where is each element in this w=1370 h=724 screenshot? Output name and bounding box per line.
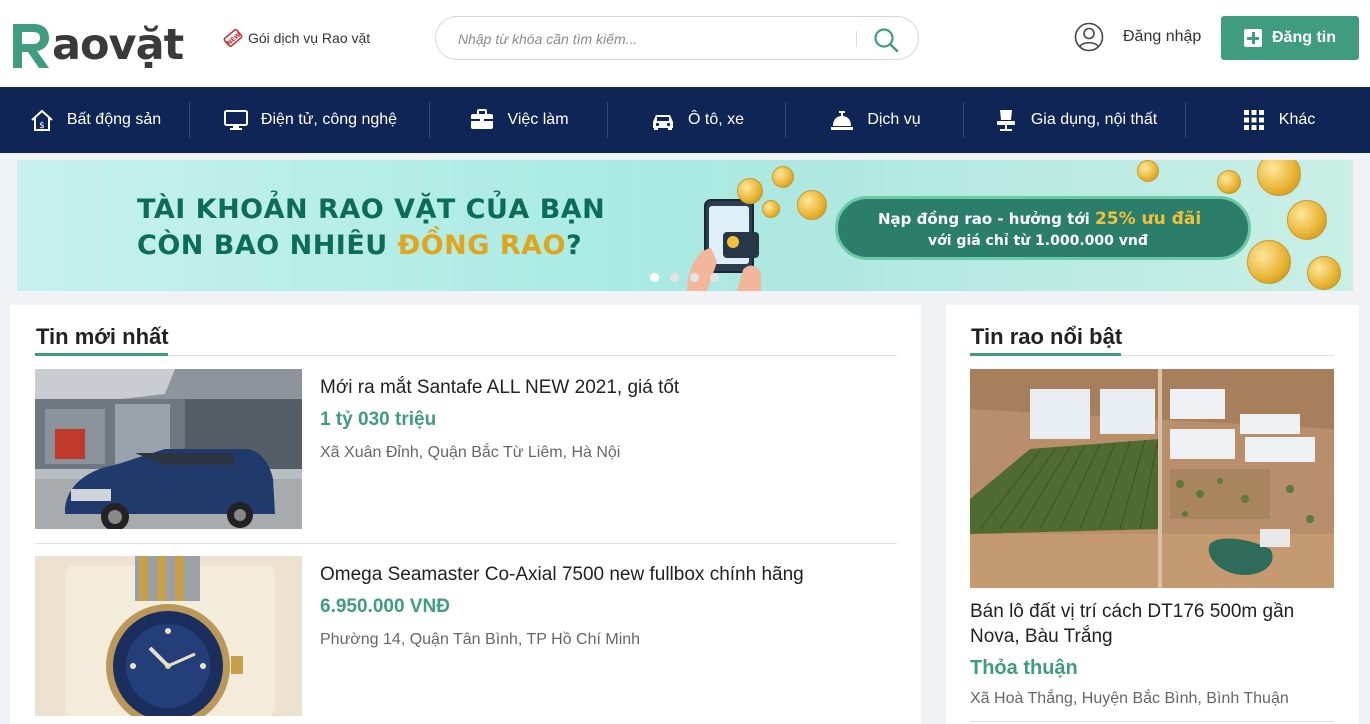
listing-price: 1 tỷ 030 triệu	[320, 409, 437, 430]
featured-listing-location: Xã Hoà Thắng, Huyện Bắc Bình, Bình Thuận	[970, 690, 1289, 707]
post-button-label: Đăng tin	[1272, 29, 1336, 46]
banner-offer-pill: Nạp đồng rao - hưởng tới 25% ưu đãi với …	[835, 196, 1251, 260]
listing-location: Xã Xuân Đỉnh, Quận Bắc Từ Liêm, Hà Nội	[320, 444, 621, 461]
site-logo[interactable]: aovặt	[10, 10, 184, 70]
house-icon: $	[31, 109, 53, 131]
new-tag-icon: NEW	[223, 28, 243, 48]
latest-listings-panel: Tin mới nhất Mới ra mắt Santafe ALL NEW …	[10, 305, 921, 724]
search-box	[435, 16, 919, 60]
category-nav: $ Bất động sản Điện tử, công nghệ Việc l…	[0, 87, 1370, 153]
coin-icon	[1257, 160, 1301, 196]
site-header: aovặt NEW Gói dịch vụ Rao vặt Đăng nhập …	[0, 0, 1370, 87]
search-divider	[856, 31, 857, 47]
service-link-label: Gói dịch vụ Rao vặt	[248, 30, 371, 46]
user-icon	[1074, 22, 1104, 52]
nav-item-jobs[interactable]: Việc làm	[430, 87, 608, 153]
nav-label: Việc làm	[507, 111, 569, 128]
coin-icon	[1137, 160, 1159, 182]
monitor-icon	[223, 110, 248, 130]
carousel-dot[interactable]	[710, 273, 719, 282]
nav-label: Khác	[1278, 111, 1316, 128]
coin-icon	[762, 200, 780, 218]
carousel-dots	[650, 273, 730, 282]
listing-location: Phường 14, Quận Tân Bình, TP Hồ Chí Minh	[320, 631, 641, 648]
listing-title[interactable]: Mới ra mắt Santafe ALL NEW 2021, giá tốt	[320, 377, 679, 399]
nav-item-cars[interactable]: Ô tô, xe	[608, 87, 786, 153]
svg-text:$: $	[39, 121, 45, 131]
listing-thumbnail[interactable]	[35, 556, 302, 716]
banner-headline-1: TÀI KHOẢN RAO VẶT CỦA BẠN	[137, 194, 606, 225]
listing-price: 6.950.000 VNĐ	[320, 596, 450, 617]
briefcase-icon	[471, 109, 494, 129]
grid-icon	[1243, 110, 1264, 130]
carousel-dot[interactable]	[650, 273, 659, 282]
listing-item[interactable]: Omega Seamaster Co-Axial 7500 new fullbo…	[35, 556, 897, 724]
nav-item-services[interactable]: Dịch vụ	[786, 87, 964, 153]
section-underline	[35, 353, 168, 356]
nav-label: Điện tử, công nghệ	[260, 111, 398, 128]
coin-icon	[1247, 240, 1291, 284]
coin-icon	[1287, 200, 1327, 240]
search-input[interactable]	[458, 28, 838, 50]
nav-label: Bất động sản	[66, 111, 162, 128]
logo-text: aovặt	[52, 20, 184, 70]
login-label: Đăng nhập	[1123, 28, 1202, 45]
login-link[interactable]: Đăng nhập	[1074, 22, 1201, 52]
car-icon	[652, 115, 673, 130]
featured-listings-panel: Tin rao nổi bật Bán lô đất vị trí cách D…	[946, 305, 1359, 724]
nav-item-other[interactable]: Khác	[1186, 87, 1370, 153]
search-icon[interactable]	[872, 26, 900, 54]
banner-offer-line-2: với giá chỉ từ 1.000.000 vnđ	[928, 233, 1148, 249]
featured-listing-price: Thỏa thuận	[970, 657, 1078, 679]
promo-banner[interactable]: TÀI KHOẢN RAO VẶT CỦA BẠN CÒN BAO NHIÊU …	[17, 160, 1353, 291]
carousel-dot[interactable]	[670, 273, 679, 282]
listing-title[interactable]: Omega Seamaster Co-Axial 7500 new fullbo…	[320, 564, 804, 586]
section-underline	[970, 353, 1121, 356]
coin-icon	[737, 178, 763, 204]
logo-r-mark-icon	[13, 24, 49, 68]
plus-icon	[1244, 29, 1262, 47]
featured-listing-image[interactable]	[970, 369, 1334, 588]
coin-icon	[772, 166, 794, 188]
service-bell-icon	[831, 111, 854, 130]
coin-icon	[1307, 256, 1341, 290]
banner-headline-2: CÒN BAO NHIÊU ĐỒNG RAO?	[137, 230, 583, 261]
nav-label: Dịch vụ	[867, 111, 921, 128]
post-listing-button[interactable]: Đăng tin	[1221, 16, 1359, 60]
listing-divider	[35, 543, 897, 544]
listing-item[interactable]: Mới ra mắt Santafe ALL NEW 2021, giá tốt…	[35, 369, 897, 534]
chair-icon	[996, 110, 1015, 131]
service-package-link[interactable]: NEW Gói dịch vụ Rao vặt	[222, 27, 370, 49]
coin-icon	[1217, 170, 1241, 194]
nav-label: Gia dụng, nội thất	[1030, 111, 1158, 128]
nav-item-household[interactable]: Gia dụng, nội thất	[964, 87, 1186, 153]
featured-listing-title[interactable]: Bán lô đất vị trí cách DT176 500m gần No…	[970, 599, 1330, 649]
listing-thumbnail[interactable]	[35, 369, 302, 529]
nav-item-electronics[interactable]: Điện tử, công nghệ	[190, 87, 430, 153]
section-title: Tin rao nổi bật	[971, 324, 1123, 349]
nav-label: Ô tô, xe	[687, 111, 745, 128]
coin-icon	[797, 190, 827, 220]
banner-offer-line-1: Nạp đồng rao - hưởng tới 25% ưu đãi	[878, 209, 1202, 229]
carousel-dot[interactable]	[690, 273, 699, 282]
section-title: Tin mới nhất	[36, 324, 169, 349]
listing-divider	[970, 721, 1334, 722]
nav-item-real-estate[interactable]: $ Bất động sản	[0, 87, 190, 153]
